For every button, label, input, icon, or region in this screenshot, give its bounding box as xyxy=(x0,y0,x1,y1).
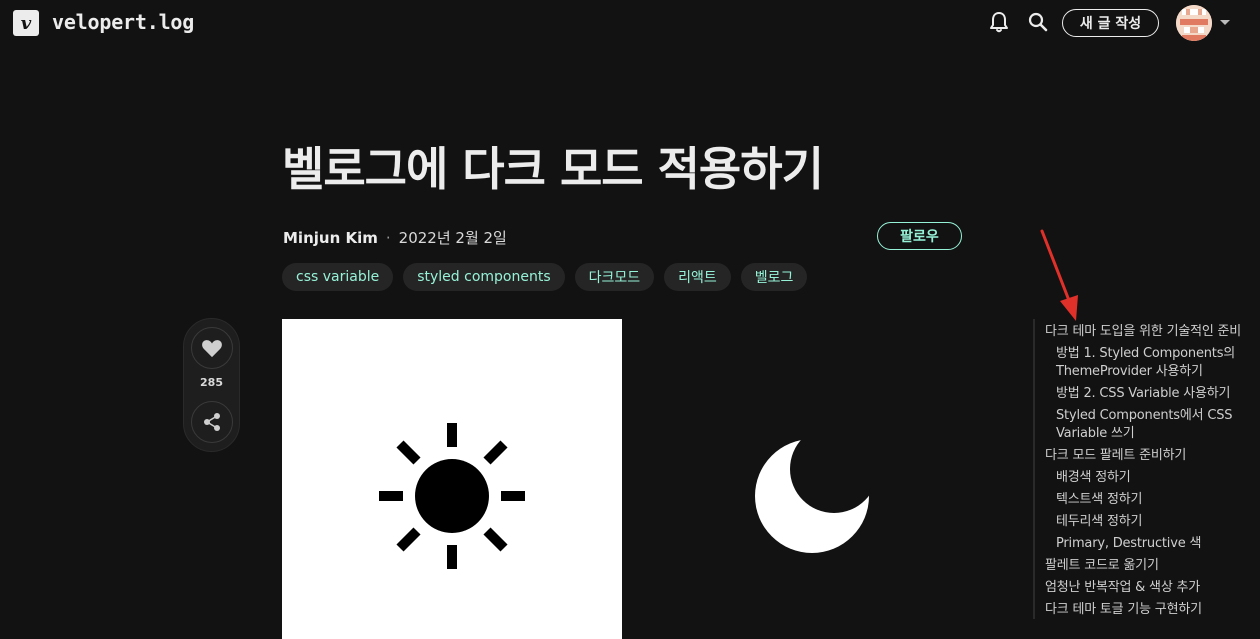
share-icon xyxy=(204,413,220,431)
toc-item[interactable]: 엄청난 반복작업 & 색상 추가 xyxy=(1045,579,1253,597)
toc-item[interactable]: 팔레트 코드로 옮기기 xyxy=(1045,557,1253,575)
author-name[interactable]: Minjun Kim xyxy=(283,229,378,247)
toc-item[interactable]: 방법 2. CSS Variable 사용하기 xyxy=(1045,385,1253,403)
like-button[interactable] xyxy=(191,327,233,369)
caret-down-icon[interactable] xyxy=(1220,20,1230,25)
write-post-button[interactable]: 새 글 작성 xyxy=(1062,9,1159,37)
post-actions-sidebar: 285 xyxy=(183,318,240,452)
toc-item[interactable]: 다크 테마 도입을 위한 기술적인 준비 xyxy=(1045,323,1253,341)
toc-item[interactable]: 텍스트색 정하기 xyxy=(1045,491,1253,509)
toc-item[interactable]: 다크 테마 토글 기능 구현하기 xyxy=(1045,601,1253,619)
post-meta: Minjun Kim · 2022년 2월 2일 xyxy=(283,227,507,248)
blog-name[interactable]: velopert.log xyxy=(52,10,194,34)
toc-item[interactable]: 배경색 정하기 xyxy=(1045,469,1253,487)
follow-button[interactable]: 팔로우 xyxy=(877,222,962,250)
search-icon[interactable] xyxy=(1026,10,1050,34)
toc-item[interactable]: Primary, Destructive 색 xyxy=(1045,535,1253,553)
toc-item[interactable]: 테두리색 정하기 xyxy=(1045,513,1253,531)
tag-list: css variable styled components 다크모드 리액트 … xyxy=(282,263,808,291)
toc-item[interactable]: 방법 1. Styled Components의 ThemeProvider 사… xyxy=(1045,345,1253,381)
table-of-contents: 다크 테마 도입을 위한 기술적인 준비방법 1. Styled Compone… xyxy=(1033,319,1253,619)
sun-icon xyxy=(379,423,525,569)
toc-item[interactable]: Styled Components에서 CSS Variable 쓰기 xyxy=(1045,407,1253,443)
toc-item[interactable]: 다크 모드 팔레트 준비하기 xyxy=(1045,447,1253,465)
heart-icon xyxy=(202,340,222,358)
post-date: 2022년 2월 2일 xyxy=(398,229,507,247)
like-count: 285 xyxy=(200,376,223,389)
tag-css-variable[interactable]: css variable xyxy=(282,263,394,291)
tag-velog[interactable]: 벨로그 xyxy=(740,263,808,291)
dark-mode-image xyxy=(622,319,962,639)
page-title: 벨로그에 다크 모드 적용하기 xyxy=(282,142,824,196)
light-mode-image xyxy=(282,319,622,639)
tag-styled-components[interactable]: styled components xyxy=(403,263,565,291)
share-button[interactable] xyxy=(191,401,233,443)
tag-react[interactable]: 리액트 xyxy=(664,263,731,291)
moon-icon xyxy=(755,439,869,553)
annotation-arrow xyxy=(1040,229,1078,321)
tag-dark-mode[interactable]: 다크모드 xyxy=(574,263,655,291)
bell-icon[interactable] xyxy=(987,10,1011,34)
meta-separator: · xyxy=(385,228,391,247)
avatar[interactable] xyxy=(1176,5,1212,41)
logo-icon[interactable]: v xyxy=(13,10,39,36)
